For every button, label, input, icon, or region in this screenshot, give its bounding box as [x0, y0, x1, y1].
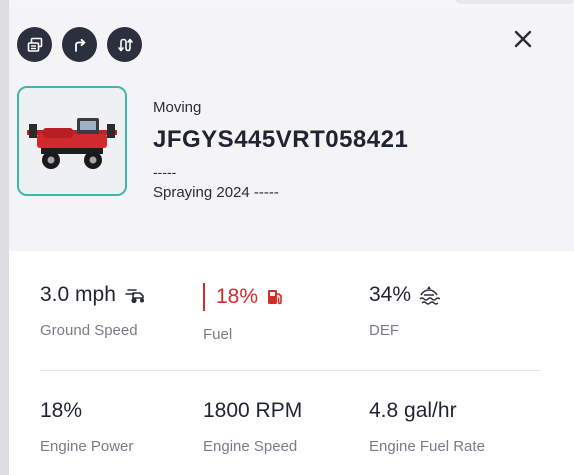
copy-window-button[interactable]	[17, 27, 52, 62]
metric-value: 34%	[369, 283, 412, 306]
swap-route-icon	[117, 38, 133, 51]
drag-handle[interactable]	[456, 0, 574, 4]
metric-label: DEF	[369, 322, 399, 339]
metric-label: Ground Speed	[40, 322, 138, 339]
copy-window-icon	[27, 37, 42, 52]
header-actions	[17, 27, 142, 62]
metric-label: Engine Speed	[203, 438, 298, 455]
vehicle-placeholder: -----	[153, 164, 177, 180]
def-fluid-icon	[419, 286, 441, 305]
panel-left-edge	[0, 0, 9, 475]
metric-label: Engine Power	[40, 438, 134, 455]
metric-ground-speed: 3.0 mph Ground Speed	[40, 283, 147, 339]
metric-fuel: 18% Fuel	[203, 283, 285, 343]
metric-engine-speed: 1800 RPM Engine Speed	[203, 399, 302, 455]
vehicle-status: Moving	[153, 99, 202, 116]
vehicle-thumbnail[interactable]	[17, 86, 127, 196]
swap-route-button[interactable]	[107, 27, 142, 62]
redirect-button[interactable]	[62, 27, 97, 62]
sprayer-vehicle-image	[19, 88, 125, 194]
redirect-arrow-icon	[74, 38, 85, 52]
metric-value: 3.0 mph	[40, 283, 116, 306]
speed-vehicle-icon	[125, 289, 144, 304]
metric-label: Fuel	[203, 326, 233, 343]
metrics-divider	[40, 370, 540, 371]
metric-value: 4.8 gal/hr	[369, 399, 457, 422]
vehicle-operation: Spraying 2024 -----	[153, 184, 279, 201]
close-icon	[514, 30, 532, 48]
fuel-pump-icon	[268, 290, 282, 305]
metric-value: 1800 RPM	[203, 399, 303, 422]
metric-def: 34% DEF	[369, 283, 441, 339]
vehicle-id: JFGYS445VRT058421	[153, 126, 409, 153]
metric-value: 18%	[40, 399, 83, 422]
metric-label: Engine Fuel Rate	[369, 438, 485, 455]
close-button[interactable]	[510, 26, 536, 52]
metric-engine-fuel-rate: 4.8 gal/hr Engine Fuel Rate	[369, 399, 485, 455]
metric-value: 18%	[216, 285, 259, 308]
metric-engine-power: 18% Engine Power	[40, 399, 133, 455]
fuel-alert-bar	[203, 283, 205, 311]
